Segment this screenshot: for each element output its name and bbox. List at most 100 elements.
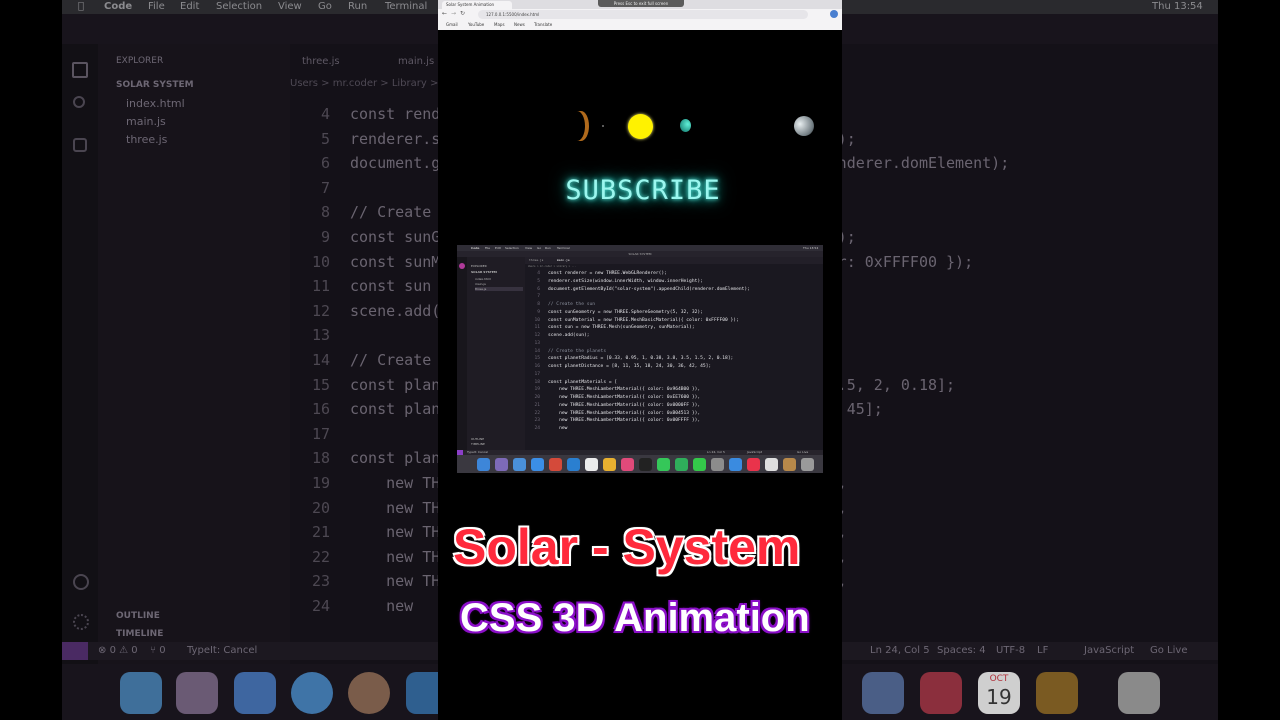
source-control-icon[interactable] bbox=[73, 138, 87, 152]
subscribe-neon: SUBSCRIBE bbox=[565, 175, 721, 206]
maps-icon[interactable] bbox=[862, 672, 904, 714]
mini-activity-bar bbox=[457, 257, 467, 450]
browser-tab[interactable]: Solar System Animation bbox=[442, 1, 512, 9]
bg-code-text[interactable]: new bbox=[350, 594, 422, 618]
bg-menu-item[interactable]: Edit bbox=[180, 0, 199, 14]
mini-code-line: 12 scene.add(sun); bbox=[525, 332, 823, 340]
bg-menu-item[interactable]: Selection bbox=[216, 0, 262, 14]
bg-outline[interactable]: OUTLINE bbox=[116, 611, 160, 621]
bookmark-item[interactable]: Maps bbox=[494, 20, 505, 30]
trash-icon[interactable] bbox=[1118, 672, 1160, 714]
address-bar[interactable]: 127.0.0.1:5500/index.html bbox=[478, 10, 808, 19]
files-icon[interactable] bbox=[72, 62, 88, 78]
search-icon[interactable] bbox=[73, 96, 85, 108]
remote-indicator[interactable] bbox=[62, 642, 88, 660]
mini-code-line: 11 const sun = new THREE.Mesh(sunGeometry… bbox=[525, 324, 823, 332]
gear-icon[interactable] bbox=[73, 614, 89, 630]
apple-icon[interactable]:  bbox=[78, 0, 84, 14]
mini-code-text: scene.add(sun); bbox=[548, 333, 590, 338]
calendar-icon[interactable]: OCT 19 bbox=[978, 672, 1020, 714]
bg-menu-item[interactable]: Terminal bbox=[385, 0, 427, 14]
mini-editor: three.js main.js Users > mr.coder > Libr… bbox=[525, 257, 823, 450]
mini-code-text: const planetMaterials = [ bbox=[548, 379, 618, 385]
bg-file-item[interactable]: index.html bbox=[126, 97, 185, 110]
mini-code-text: // Create the sun bbox=[548, 302, 596, 307]
bg-menu-item[interactable]: File bbox=[148, 0, 165, 14]
planet-grey bbox=[794, 116, 814, 136]
bg-breadcrumb: Users > mr.coder > Library > ... bbox=[290, 78, 452, 89]
sun bbox=[628, 114, 653, 139]
forward-icon[interactable]: → bbox=[451, 10, 456, 17]
bookmarks-bar: Gmail YouTube Maps News Translate bbox=[438, 20, 842, 30]
mini-code-line: 5 renderer.setSize(window.innerWidth, win… bbox=[525, 278, 823, 286]
app-icon[interactable] bbox=[1036, 672, 1078, 714]
reload-icon[interactable]: ↻ bbox=[460, 10, 465, 17]
mini-code-text: const sunMaterial = new THREE.MeshBasicM… bbox=[548, 317, 739, 323]
mini-line-number: 4 bbox=[537, 271, 540, 276]
mail-icon[interactable] bbox=[234, 672, 276, 714]
bg-folder-name[interactable]: SOLAR SYSTEM bbox=[116, 80, 194, 90]
safari-icon[interactable] bbox=[291, 672, 333, 714]
bg-status-errors[interactable]: ⊗ 0 ⚠ 0 bbox=[98, 642, 138, 660]
bg-line-number: 4 bbox=[320, 105, 330, 123]
bg-file-item[interactable]: main.js bbox=[126, 115, 166, 128]
bookmark-item[interactable]: YouTube bbox=[468, 20, 484, 30]
bg-file-item[interactable]: three.js bbox=[126, 133, 167, 146]
finder-icon[interactable] bbox=[120, 672, 162, 714]
bg-status-eol[interactable]: LF bbox=[1037, 642, 1048, 660]
bg-menu-item[interactable]: Go bbox=[318, 0, 332, 14]
music-icon[interactable] bbox=[920, 672, 962, 714]
mini-dock-icon bbox=[765, 458, 778, 471]
mini-code-line: 17 bbox=[525, 371, 823, 379]
mini-code-text: const planetDistance = [8, 11, 15, 18, 2… bbox=[548, 364, 712, 369]
bookmark-item[interactable]: News bbox=[514, 20, 525, 30]
mini-code-line: 13 bbox=[525, 340, 823, 348]
launchpad-icon[interactable] bbox=[176, 672, 218, 714]
bg-timeline[interactable]: TIMELINE bbox=[116, 629, 163, 639]
bg-line-number: 22 bbox=[311, 547, 330, 566]
bg-status-spaces[interactable]: Spaces: 4 bbox=[937, 642, 986, 660]
bg-status-language[interactable]: JavaScript bbox=[1084, 642, 1134, 660]
mini-line-number: 10 bbox=[534, 317, 540, 323]
bg-tab[interactable]: three.js bbox=[302, 56, 340, 67]
video-frame:  Code File Edit Selection View Go Run T… bbox=[0, 0, 1280, 720]
mini-code-text: const sun = new THREE.Mesh(sunGeometry, … bbox=[548, 325, 695, 331]
bg-menu-item[interactable]: View bbox=[278, 0, 302, 14]
bg-status-position[interactable]: Ln 24, Col 5 bbox=[870, 642, 930, 660]
back-icon[interactable]: ← bbox=[442, 10, 447, 17]
bg-line-number: 16 bbox=[311, 400, 330, 419]
bg-line-number: 20 bbox=[311, 498, 330, 517]
mini-dock-icon bbox=[783, 458, 796, 471]
mini-code-line: 9 const sunGeometry = new THREE.SphereGeo… bbox=[525, 309, 823, 317]
browser-tabbar: Solar System Animation Press Esc to exit… bbox=[438, 0, 842, 9]
bg-status-golive[interactable]: Go Live bbox=[1150, 642, 1187, 660]
bg-tab[interactable]: main.js bbox=[398, 56, 434, 67]
mini-code-line: 20 new THREE.MeshLambertMaterial({ color… bbox=[525, 394, 823, 402]
mini-dock-icon bbox=[567, 458, 580, 471]
mini-dock-icon bbox=[693, 458, 706, 471]
browser-toolbar: ← → ↻ 127.0.0.1:5500/index.html bbox=[438, 9, 842, 20]
bg-line-number: 23 bbox=[311, 572, 330, 591]
mini-dock-icon bbox=[801, 458, 814, 471]
chrome-icon[interactable] bbox=[348, 672, 390, 714]
bg-status-ports[interactable]: ⑂ 0 bbox=[150, 642, 166, 660]
bg-menu-item[interactable]: Run bbox=[348, 0, 367, 14]
mini-dock-icon bbox=[747, 458, 760, 471]
bg-status-encoding[interactable]: UTF-8 bbox=[996, 642, 1025, 660]
mini-code-line: 23 new THREE.MeshLambertMaterial({ color… bbox=[525, 417, 823, 425]
bg-status-typeit[interactable]: TypeIt: Cancel bbox=[187, 642, 257, 660]
profile-icon[interactable] bbox=[830, 10, 838, 18]
mini-code-line: 10 const sunMaterial = new THREE.MeshBasi… bbox=[525, 317, 823, 325]
mini-code-line: 16 const planetDistance = [8, 11, 15, 18,… bbox=[525, 363, 823, 371]
bg-app-name[interactable]: Code bbox=[104, 0, 132, 14]
mini-line-number: 5 bbox=[537, 278, 540, 284]
mini-line-number: 19 bbox=[534, 387, 540, 393]
mini-dock-icon bbox=[513, 458, 526, 471]
bookmark-item[interactable]: Gmail bbox=[446, 20, 458, 30]
bookmark-item[interactable]: Translate bbox=[534, 20, 552, 30]
planet-orange bbox=[569, 111, 585, 141]
account-icon[interactable] bbox=[73, 574, 89, 590]
mini-line-number: 7 bbox=[537, 294, 540, 300]
mini-dock-icon bbox=[603, 458, 616, 471]
mini-dock-icon bbox=[675, 458, 688, 471]
